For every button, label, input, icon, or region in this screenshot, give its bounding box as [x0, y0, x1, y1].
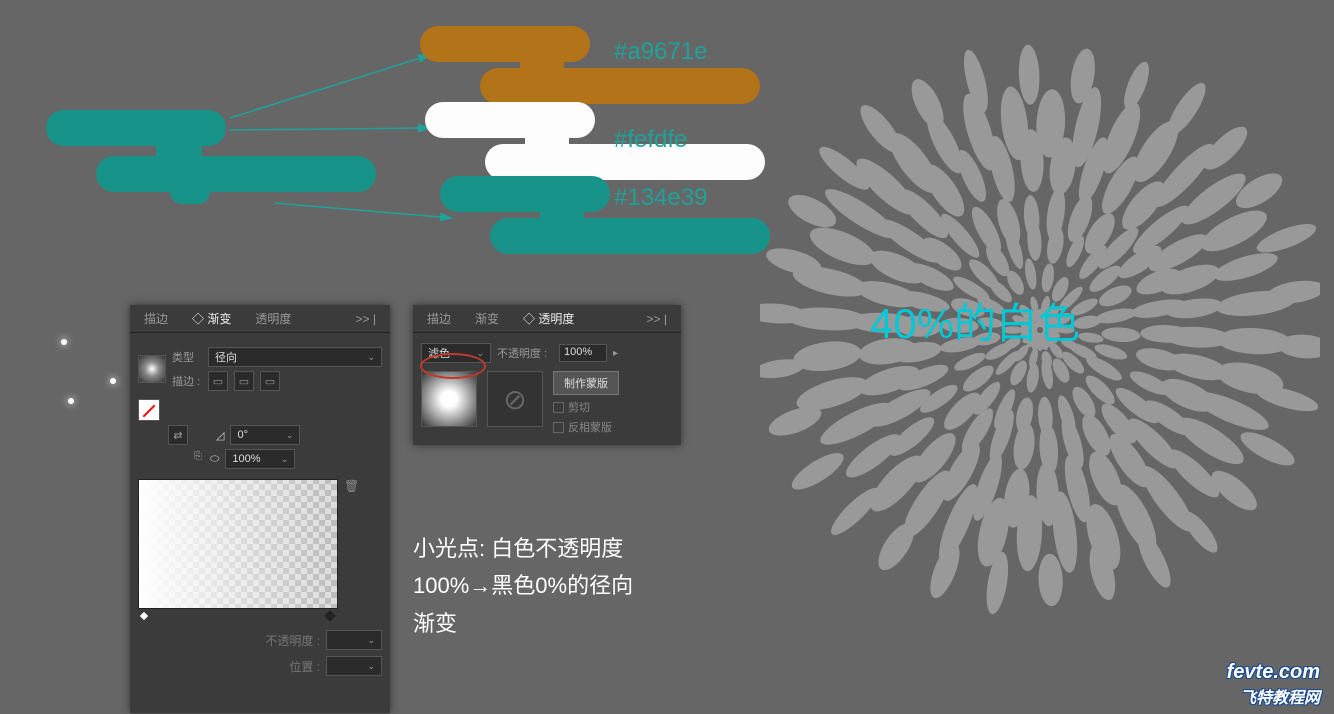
opacity-label: 不透明度 :: [265, 632, 320, 649]
transparency-panel: 描边 渐变 ◇ 透明度 >> | 滤色⌄ 不透明度 : 100% ▸ ⊘ 制作蒙…: [413, 305, 681, 445]
gradient-preview[interactable]: [138, 479, 338, 609]
tab-transparency-2[interactable]: ◇ 透明度: [515, 306, 582, 331]
opacity-label-2: 不透明度 :: [497, 345, 553, 361]
tab-stroke[interactable]: 描边: [136, 306, 176, 331]
aspect-icon: ⬭: [210, 453, 219, 466]
stroke-along-icon[interactable]: ▭: [208, 371, 228, 391]
opacity-caret-icon[interactable]: ▸: [613, 348, 618, 359]
blend-mode-select[interactable]: 滤色⌄: [421, 343, 491, 363]
gradient-swatch[interactable]: [138, 355, 166, 383]
tab-stroke-2[interactable]: 描边: [419, 306, 459, 331]
location-label: 位置 :: [289, 658, 320, 675]
type-label: 类型: [172, 349, 202, 365]
angle-input[interactable]: 0°⌄: [230, 425, 300, 445]
gradient-type-select[interactable]: 径向⌄: [208, 347, 382, 367]
stroke-across-icon[interactable]: ▭: [234, 371, 254, 391]
gradient-stop-right[interactable]: [326, 612, 336, 624]
clip-checkbox[interactable]: 剪切: [553, 399, 619, 415]
trash-icon[interactable]: 🗑: [344, 479, 359, 493]
panel-menu-icon[interactable]: >> |: [348, 308, 384, 330]
description-text: 小光点: 白色不透明度 100%→黑色0%的径向 渐变: [413, 530, 633, 642]
stop-opacity-input[interactable]: ⌄: [326, 630, 382, 650]
object-preview[interactable]: [421, 371, 477, 427]
tab-gradient-2[interactable]: 渐变: [467, 306, 507, 331]
opacity-input[interactable]: 100%: [559, 344, 607, 362]
color-label-1: #a9671e: [614, 38, 707, 66]
gradient-panel: 描边 ◇ 渐变 透明度 >> | 类型 径向⌄ 描边 : ▭ ▭ ▭: [130, 305, 390, 713]
reverse-icon[interactable]: ⇄: [168, 425, 188, 445]
tab-transparency[interactable]: 透明度: [247, 306, 299, 331]
stroke-within-icon[interactable]: ▭: [260, 371, 280, 391]
aspect-input[interactable]: 100%⌄: [225, 449, 295, 469]
none-swatch[interactable]: [138, 399, 160, 421]
overlay-annotation: 40%的白色: [870, 290, 1080, 351]
teal2-cloud-shape: [440, 170, 780, 260]
angle-icon: ◿: [216, 429, 224, 442]
make-mask-button[interactable]: 制作蒙版: [553, 371, 619, 395]
gradient-stop-left[interactable]: [140, 612, 150, 624]
stop-location-input[interactable]: ⌄: [326, 656, 382, 676]
color-label-2: #fefdfe: [614, 126, 687, 154]
tab-gradient[interactable]: ◇ 渐变: [184, 306, 239, 331]
invert-mask-checkbox[interactable]: 反相蒙版: [553, 419, 619, 435]
panel-menu-icon-2[interactable]: >> |: [639, 308, 675, 330]
watermark: fevte.com 飞特教程网: [1227, 661, 1320, 708]
stroke-label: 描边 :: [172, 373, 202, 389]
mask-preview[interactable]: ⊘: [487, 371, 543, 427]
color-label-3: #134e39: [614, 184, 707, 212]
link-icon[interactable]: ⎘: [192, 451, 204, 467]
